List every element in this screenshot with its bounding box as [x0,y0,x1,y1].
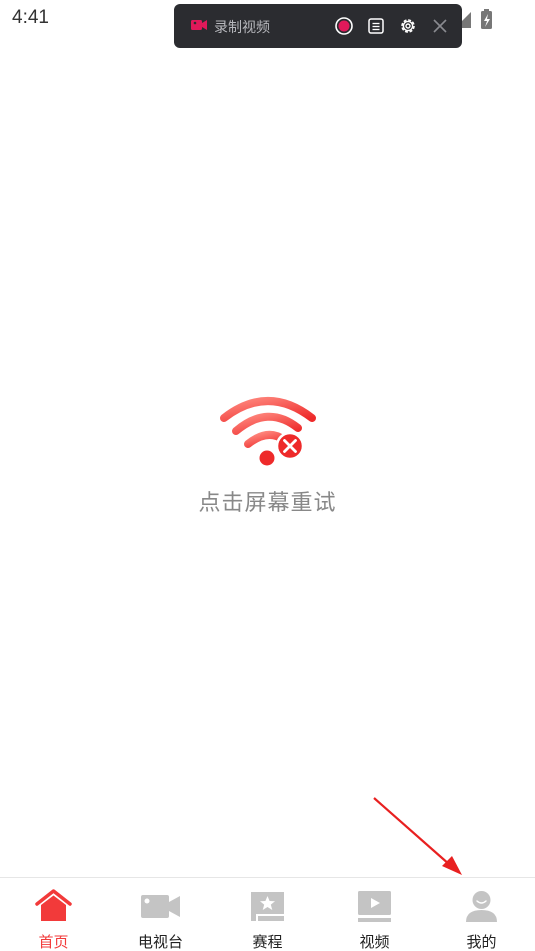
annotation-arrow [373,797,462,875]
schedule-star-icon [251,892,284,921]
list-icon[interactable] [366,16,386,36]
user-icon [466,891,497,922]
play-icon [358,891,391,922]
nav-label-tv: 电视台 [137,933,183,951]
battery-icon [481,9,492,29]
nav-item-video[interactable]: 视频 [321,886,428,951]
recorder-label: 录制视频 [214,20,270,36]
nav-item-tv[interactable]: 电视台 [107,886,214,951]
retry-message[interactable]: 点击屏幕重试 [0,485,535,517]
status-time: 4:41 [12,7,49,28]
wifi-off-icon [220,397,316,466]
screen-recorder-panel: 录制视频 [174,4,462,48]
bottom-navigation: 首页 电视台 赛程 视频 我的 [0,877,535,951]
video-camera-icon [141,895,180,918]
record-icon[interactable] [334,16,354,36]
settings-icon[interactable] [398,16,418,36]
nav-item-profile[interactable]: 我的 [428,886,535,951]
nav-label-home: 首页 [38,933,69,951]
network-error-retry-area[interactable]: 点击屏幕重试 [0,390,535,530]
close-icon[interactable] [430,16,450,36]
nav-item-home[interactable]: 首页 [0,886,107,951]
home-icon [35,889,72,921]
nav-label-profile: 我的 [466,933,497,951]
nav-item-schedule[interactable]: 赛程 [214,886,321,951]
video-camera-icon [191,20,207,30]
nav-label-schedule: 赛程 [252,933,283,951]
nav-label-video: 视频 [359,933,390,951]
